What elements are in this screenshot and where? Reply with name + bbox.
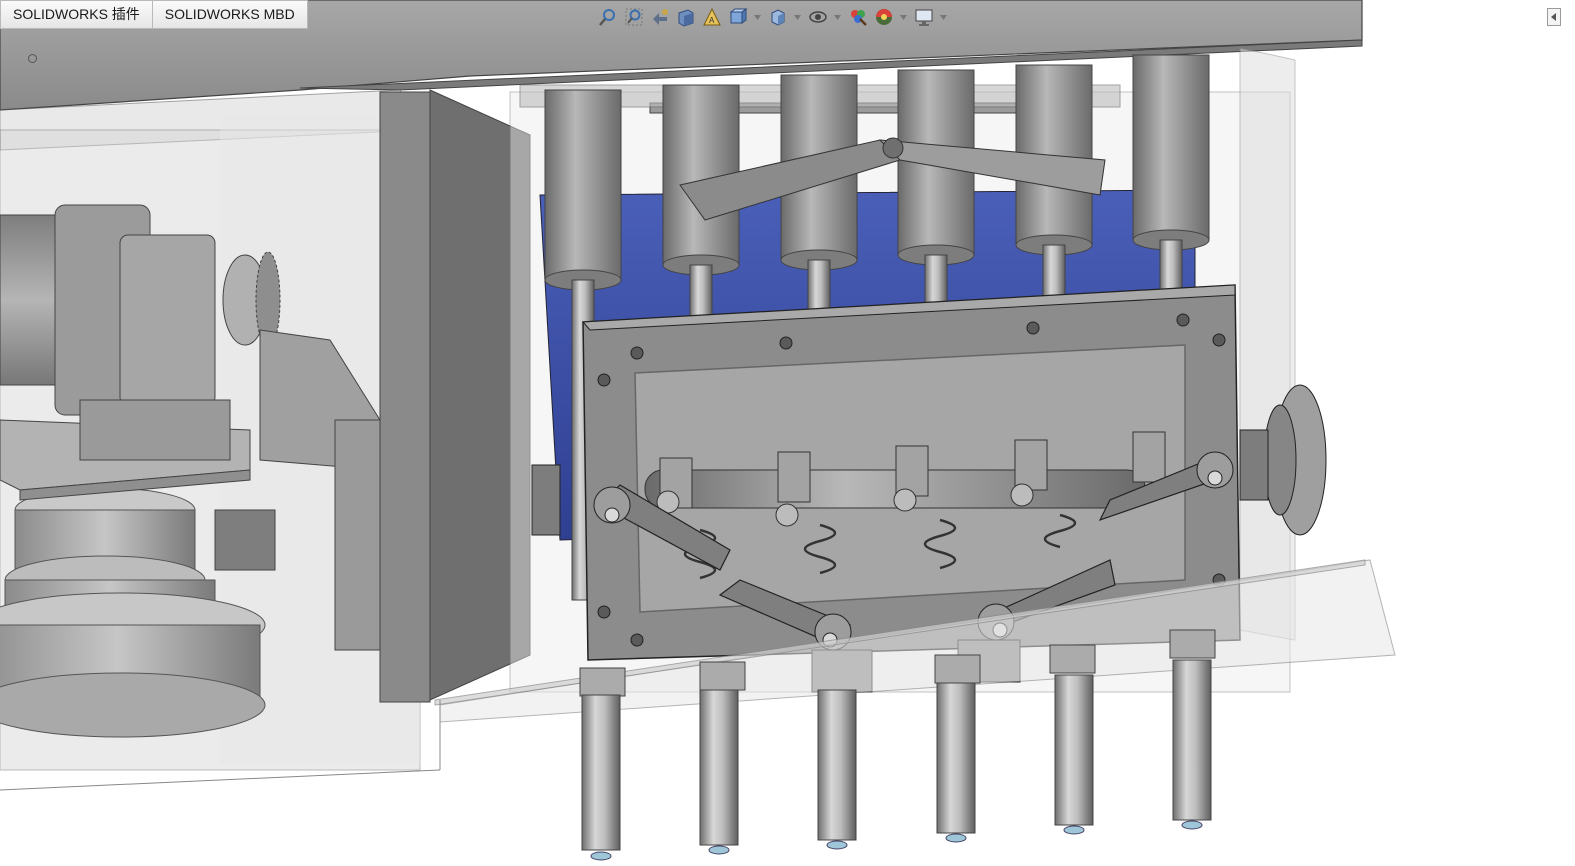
graphics-area[interactable] (0, 0, 1575, 866)
origin-indicator (28, 54, 37, 63)
chevron-left-icon (1551, 13, 1556, 21)
hide-show-items-dropdown[interactable] (833, 6, 841, 28)
apply-scene-icon[interactable] (873, 6, 895, 28)
display-style-dropdown[interactable] (793, 6, 801, 28)
solidworks-window: SOLIDWORKS 插件 SOLIDWORKS MBD A (0, 0, 1575, 866)
heads-up-view-toolbar: A (597, 5, 953, 29)
view-orientation-dropdown[interactable] (753, 6, 761, 28)
assembly-model-render[interactable] (0, 0, 1575, 866)
zoom-to-fit-icon[interactable] (597, 6, 619, 28)
view-settings-icon[interactable] (913, 6, 935, 28)
view-settings-dropdown[interactable] (939, 6, 947, 28)
apply-scene-dropdown[interactable] (899, 6, 907, 28)
zoom-to-area-icon[interactable] (623, 6, 645, 28)
dynamic-annotation-views-icon[interactable]: A (701, 6, 723, 28)
tab-solidworks-mbd[interactable]: SOLIDWORKS MBD (151, 0, 308, 29)
svg-text:A: A (709, 16, 715, 25)
collapse-task-pane-button[interactable] (1547, 8, 1561, 26)
edit-appearance-icon[interactable] (847, 6, 869, 28)
tab-solidworks-addins[interactable]: SOLIDWORKS 插件 (0, 0, 152, 29)
command-manager-tabs: SOLIDWORKS 插件 SOLIDWORKS MBD (0, 0, 308, 29)
display-style-icon[interactable] (767, 6, 789, 28)
section-view-icon[interactable] (675, 6, 697, 28)
previous-view-icon[interactable] (649, 6, 671, 28)
hide-show-items-icon[interactable] (807, 6, 829, 28)
view-orientation-icon[interactable] (727, 6, 749, 28)
